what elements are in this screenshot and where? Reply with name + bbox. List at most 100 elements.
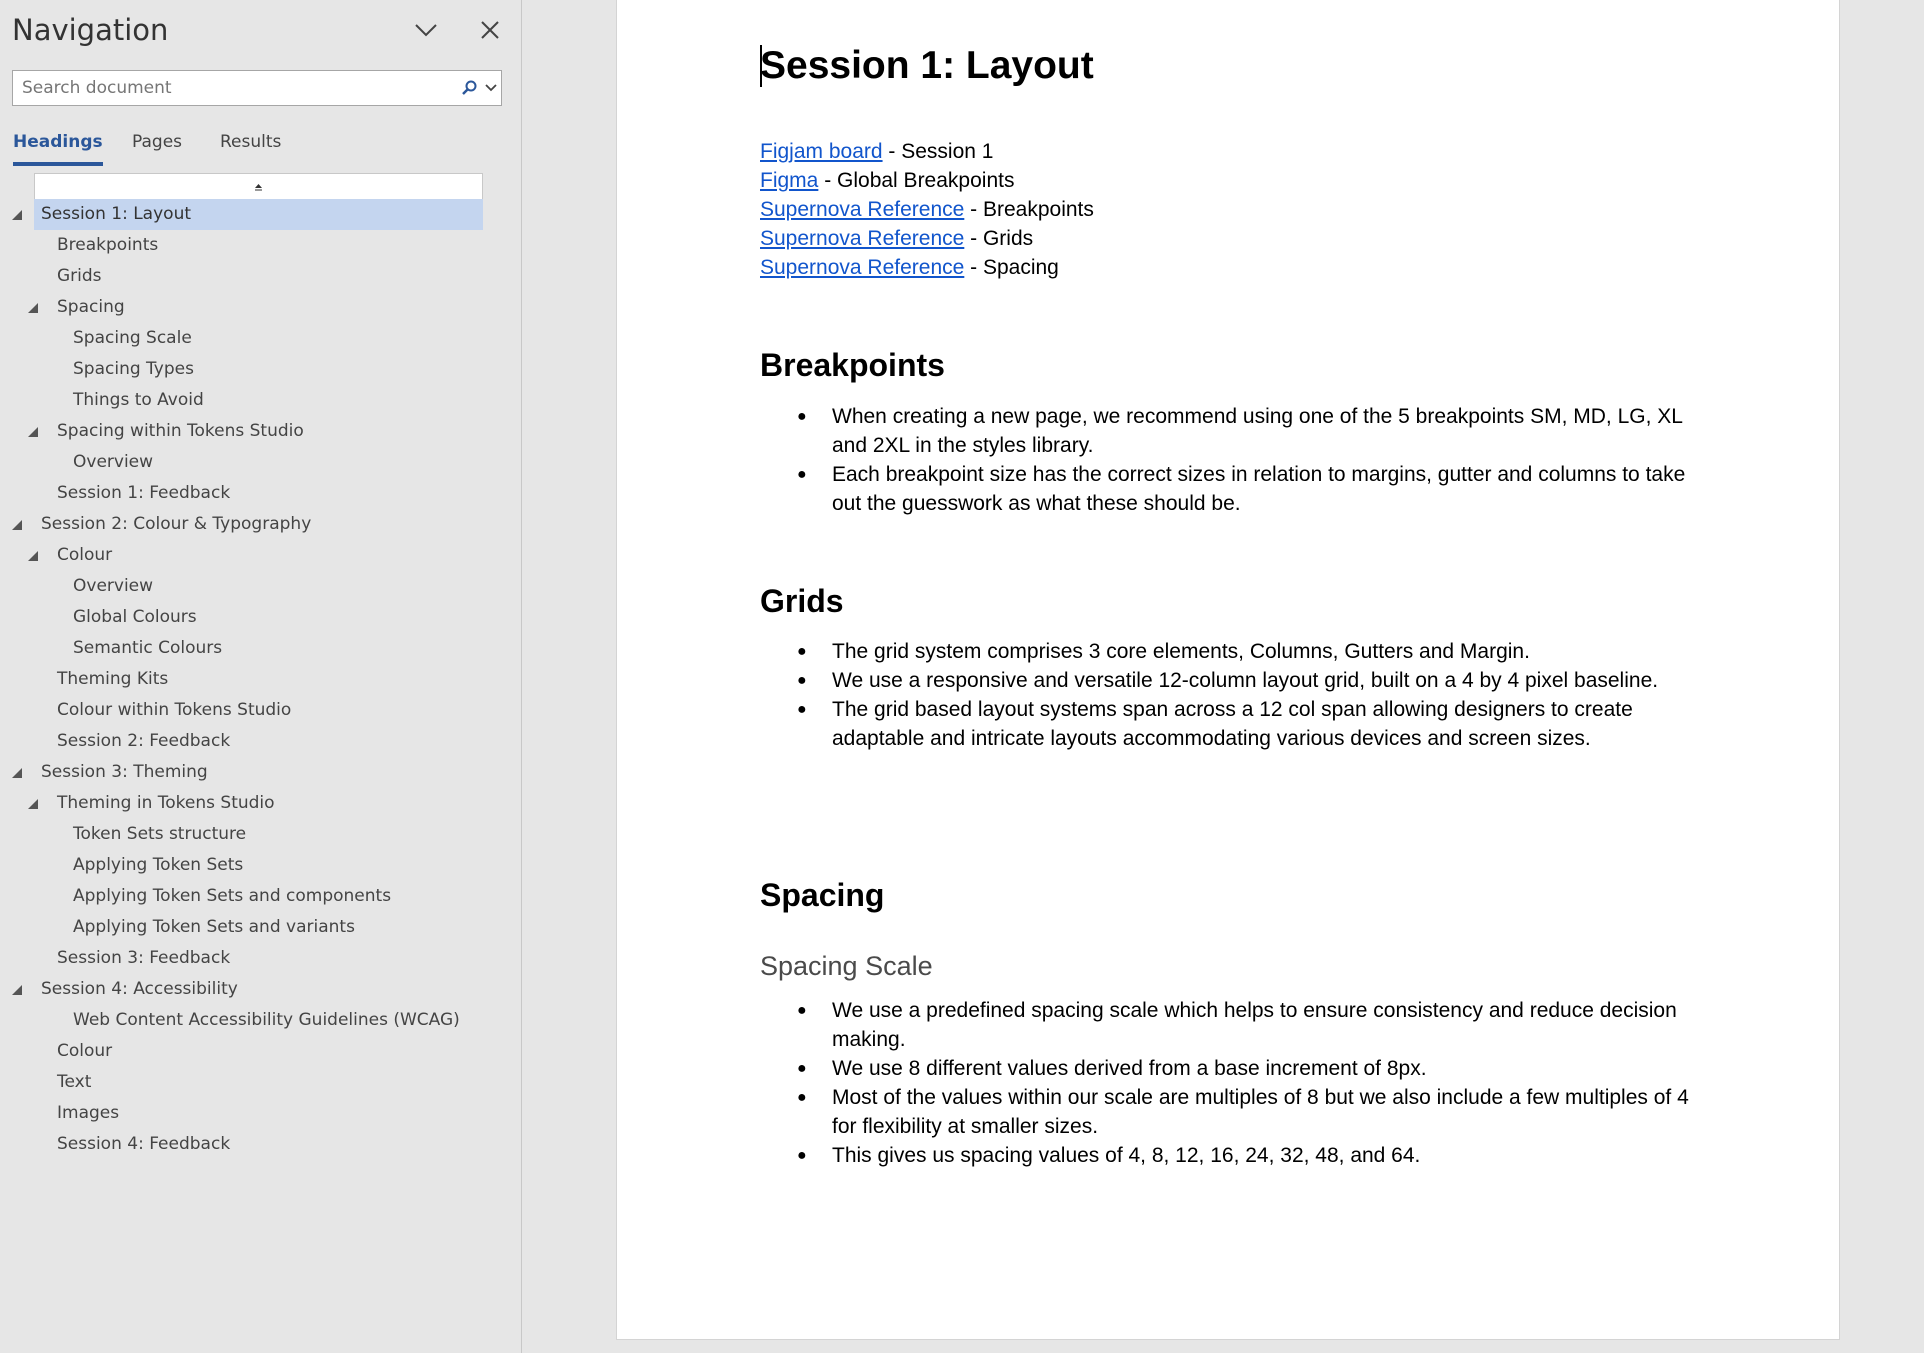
figjam-link[interactable]: Figjam board [760,140,883,163]
expand-triangle-icon[interactable] [12,985,22,995]
heading-item[interactable]: Colour within Tokens Studio [34,695,483,726]
expand-triangle-icon[interactable] [28,799,38,809]
heading-item-label: Overview [73,452,154,472]
heading-spacing: Spacing [760,877,885,913]
expand-triangle-icon[interactable] [28,427,38,437]
list-item: When creating a new page, we recommend u… [760,402,1700,460]
heading-item[interactable]: Spacing Types [34,354,483,385]
list-item: We use 8 different values derived from a… [760,1054,1700,1083]
heading-item-label: Breakpoints [57,235,159,255]
page-title: Session 1: Layout [760,44,1094,87]
heading-item[interactable]: Spacing Scale [34,323,483,354]
nav-tabs: Headings Pages Results [12,128,502,166]
heading-item[interactable]: Applying Token Sets and variants [34,912,483,943]
grids-list: The grid system comprises 3 core element… [760,637,1700,753]
heading-item-label: Overview [73,576,154,596]
supernova-link[interactable]: Supernova Reference [760,198,964,221]
list-item: We use a responsive and versatile 12-col… [760,666,1700,695]
heading-item[interactable]: Session 1: Layout [12,199,483,230]
link-desc: - Grids [964,227,1034,250]
supernova-link[interactable]: Supernova Reference [760,256,964,279]
list-item: Most of the values within our scale are … [760,1083,1700,1141]
heading-item-label: Spacing Types [73,359,194,379]
breakpoints-list: When creating a new page, we recommend u… [760,402,1700,518]
supernova-link[interactable]: Supernova Reference [760,227,964,250]
list-item: Each breakpoint size has the correct siz… [760,460,1700,518]
heading-item[interactable]: Global Colours [34,602,483,633]
tab-pages[interactable]: Pages [132,128,182,156]
expand-triangle-icon[interactable] [12,210,22,220]
heading-item-label: Things to Avoid [73,390,204,410]
heading-item[interactable]: Overview [34,447,483,478]
heading-item-label: Colour within Tokens Studio [57,700,292,720]
navigation-pane: Navigation Headings Pages Results Sessio… [0,0,522,1353]
heading-item[interactable]: Session 1: Feedback [34,478,483,509]
heading-item[interactable]: Semantic Colours [34,633,483,664]
heading-item[interactable]: Grids [34,261,483,292]
heading-spacing-scale: Spacing Scale [760,951,933,981]
link-line: Supernova Reference - Spacing [760,253,1059,282]
list-item: This gives us spacing values of 4, 8, 12… [760,1141,1700,1170]
heading-item-label: Colour [57,545,113,565]
link-line: Figma - Global Breakpoints [760,166,1014,195]
heading-item[interactable]: Images [34,1098,483,1129]
list-item: The grid based layout systems span acros… [760,695,1700,753]
heading-item[interactable]: Applying Token Sets and components [34,881,483,912]
heading-item-label: Spacing within Tokens Studio [57,421,304,441]
heading-item[interactable]: Session 3: Feedback [34,943,483,974]
link-desc: - Breakpoints [964,198,1094,221]
chevron-down-icon [485,84,497,92]
expand-triangle-icon[interactable] [28,303,38,313]
heading-item[interactable]: Colour [28,540,483,571]
heading-item-label: Session 1: Feedback [57,483,231,503]
heading-item-label: Web Content Accessibility Guidelines (WC… [73,1010,460,1030]
heading-item[interactable]: Overview [34,571,483,602]
heading-item[interactable]: Session 4: Accessibility [12,974,483,1005]
heading-item[interactable]: Session 4: Feedback [34,1129,483,1160]
heading-item[interactable]: Text [34,1067,483,1098]
heading-item[interactable]: Token Sets structure [34,819,483,850]
heading-item-label: Session 1: Layout [41,204,192,224]
heading-item-label: Semantic Colours [73,638,223,658]
heading-item-label: Applying Token Sets and variants [73,917,355,937]
search-input[interactable] [13,71,453,105]
heading-item-label: Spacing Scale [73,328,192,348]
heading-item[interactable]: Session 2: Feedback [34,726,483,757]
tab-results[interactable]: Results [220,128,281,156]
figma-link[interactable]: Figma [760,169,818,192]
expand-triangle-icon[interactable] [28,551,38,561]
heading-item[interactable]: Colour [34,1036,483,1067]
heading-item[interactable]: Things to Avoid [34,385,483,416]
collapse-up-icon [255,183,262,190]
heading-grids: Grids [760,583,844,619]
heading-item-label: Theming Kits [57,669,169,689]
heading-item[interactable]: Session 3: Theming [12,757,483,788]
heading-item-label: Theming in Tokens Studio [57,793,275,813]
heading-item[interactable]: Applying Token Sets [34,850,483,881]
heading-item[interactable]: Breakpoints [34,230,483,261]
heading-item[interactable]: Web Content Accessibility Guidelines (WC… [34,1005,483,1036]
search-box [12,70,502,106]
heading-item-label: Global Colours [73,607,197,627]
heading-item[interactable]: Session 2: Colour & Typography [12,509,483,540]
heading-item[interactable]: Theming in Tokens Studio [28,788,483,819]
headings-tree: Session 1: Layout Breakpoints Grids Spacing… [12,173,483,1160]
link-desc: - Spacing [964,256,1059,279]
heading-item[interactable]: Spacing [28,292,483,323]
heading-item[interactable]: Theming Kits [34,664,483,695]
expand-triangle-icon[interactable] [12,520,22,530]
close-icon[interactable] [476,16,504,44]
list-item: We use a predefined spacing scale which … [760,996,1700,1054]
expand-triangle-icon[interactable] [12,768,22,778]
heading-item-label: Images [57,1103,120,1123]
heading-item[interactable]: Spacing within Tokens Studio [28,416,483,447]
collapse-all-button[interactable] [34,173,483,199]
link-line: Supernova Reference - Grids [760,224,1033,253]
list-item: The grid system comprises 3 core element… [760,637,1700,666]
tab-headings[interactable]: Headings [13,128,103,166]
spacing-list: We use a predefined spacing scale which … [760,996,1700,1170]
chevron-down-icon[interactable] [412,16,440,44]
search-options-button[interactable] [461,78,497,98]
heading-item-label: Applying Token Sets [73,855,244,875]
heading-item-label: Session 3: Feedback [57,948,231,968]
